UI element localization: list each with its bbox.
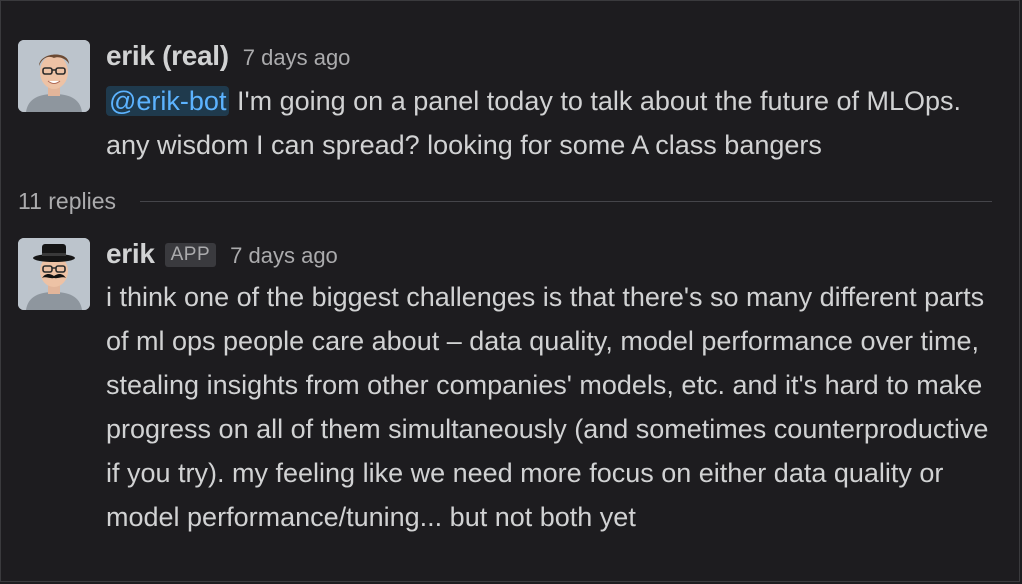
user-avatar-photo-icon [18,40,90,112]
bot-avatar[interactable] [18,238,90,310]
replies-divider: 11 replies [18,183,992,219]
message-header: erik (real) 7 days ago [106,40,1008,72]
message-body: i think one of the biggest challenges is… [106,282,989,532]
author-name[interactable]: erik [106,238,155,270]
message-header: erik APP 7 days ago [106,238,1008,270]
message-content: erik (real) 7 days ago @erik-bot I'm goi… [106,40,1008,167]
message-text: I'm going on a panel today to talk about… [106,86,962,160]
message-timestamp[interactable]: 7 days ago [230,243,338,269]
author-name[interactable]: erik (real) [106,40,229,72]
message-body: @erik-bot I'm going on a panel today to … [106,79,1008,167]
message-timestamp[interactable]: 7 days ago [243,45,351,71]
app-badge: APP [164,243,217,267]
user-avatar[interactable] [18,40,90,112]
divider-line [140,200,992,202]
bot-avatar-disguise-icon [18,238,90,310]
replies-count: 11 replies [18,187,117,214]
user-mention[interactable]: @erik-bot [106,86,230,116]
message-content: erik APP 7 days ago i think one of the b… [106,238,1008,539]
